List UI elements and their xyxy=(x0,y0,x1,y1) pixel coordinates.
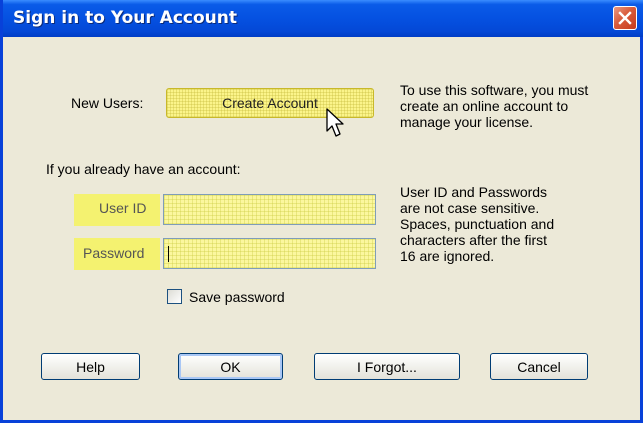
help-button[interactable]: Help xyxy=(41,353,140,380)
close-button[interactable] xyxy=(613,6,637,30)
forgot-button[interactable]: I Forgot... xyxy=(314,353,460,380)
sign-in-dialog: Sign in to Your Account New Users: Creat… xyxy=(0,0,643,423)
window-title: Sign in to Your Account xyxy=(13,8,237,28)
password-input[interactable] xyxy=(163,238,376,269)
ok-button[interactable]: OK xyxy=(178,353,283,380)
close-icon xyxy=(618,11,632,25)
existing-account-heading: If you already have an account: xyxy=(46,161,241,177)
save-password-label[interactable]: Save password xyxy=(189,289,285,305)
user-id-label: User ID xyxy=(99,200,147,216)
save-password-checkbox[interactable] xyxy=(167,289,182,304)
title-bar[interactable]: Sign in to Your Account xyxy=(3,0,643,37)
credentials-help-text: User ID and Passwords are not case sensi… xyxy=(400,184,555,264)
user-id-input[interactable] xyxy=(163,194,376,225)
new-users-help-text: To use this software, you must create an… xyxy=(400,82,589,130)
cancel-button[interactable]: Cancel xyxy=(490,353,588,380)
mouse-pointer-icon xyxy=(326,108,344,137)
password-label: Password xyxy=(83,245,145,261)
new-users-label: New Users: xyxy=(71,95,144,111)
text-caret xyxy=(168,246,169,262)
